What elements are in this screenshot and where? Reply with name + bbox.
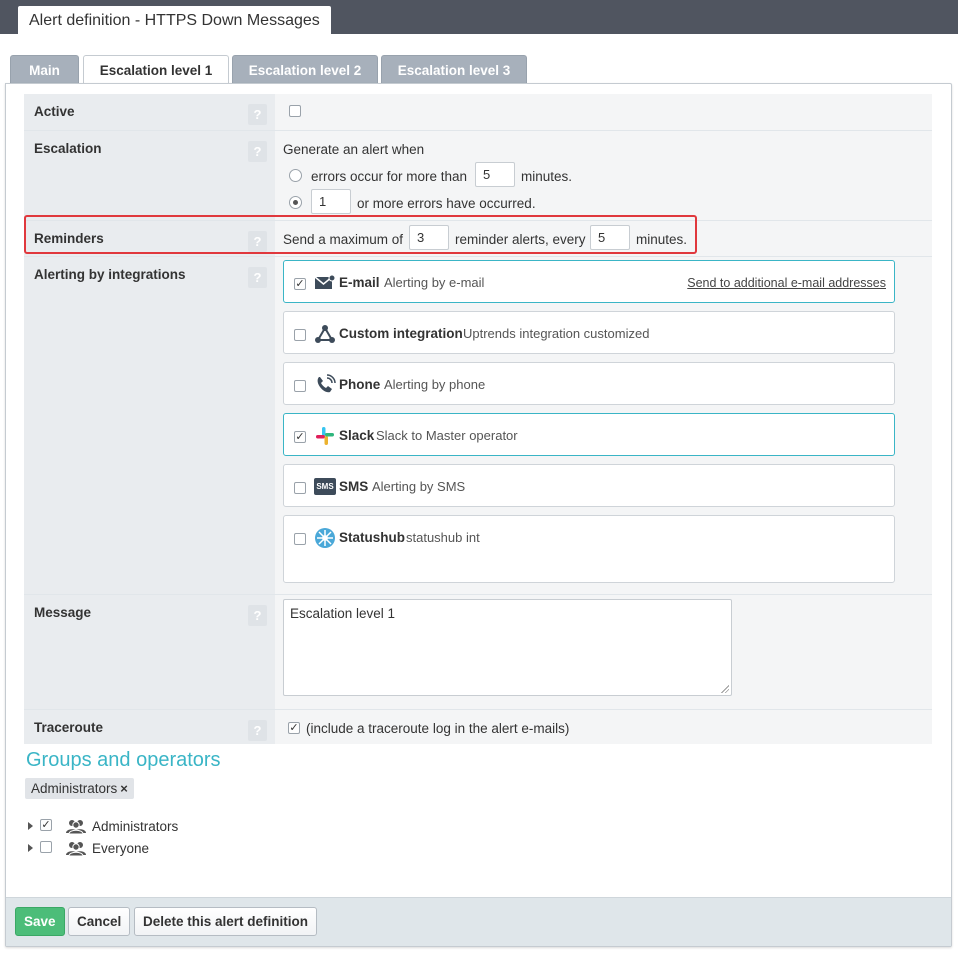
custom-integration-checkbox[interactable] — [294, 329, 306, 341]
delete-alert-button[interactable]: Delete this alert definition — [134, 907, 318, 936]
phone-name: Phone — [339, 377, 381, 392]
sms-name: SMS — [339, 479, 369, 494]
tree-label-everyone[interactable]: Everyone — [92, 841, 149, 856]
expand-caret-icon[interactable] — [28, 822, 33, 830]
message-textarea[interactable]: Escalation level 1 — [283, 599, 732, 696]
expand-caret-icon[interactable] — [28, 844, 33, 852]
email-checkbox[interactable]: ✓ — [294, 278, 306, 290]
sms-description: Alerting by SMS — [372, 479, 466, 494]
statushub-description: statushub int — [406, 530, 480, 545]
selected-group-tag: Administrators × — [25, 778, 134, 799]
traceroute-text: (include a traceroute log in the alert e… — [306, 721, 570, 736]
option1-suffix: minutes. — [521, 169, 573, 184]
custom-integration-description: Uptrends integration customized — [463, 326, 650, 341]
duration-minutes-input[interactable]: 5 — [475, 162, 515, 187]
window-title: Alert definition - HTTPS Down Messages — [18, 6, 331, 36]
tab-escalation-level-3[interactable]: Escalation level 3 — [381, 55, 527, 84]
active-label: Active — [34, 104, 75, 119]
slack-name: Slack — [339, 428, 375, 443]
slack-description: Slack to Master operator — [376, 428, 518, 443]
group-icon — [66, 820, 86, 834]
message-text: Escalation level 1 — [290, 606, 396, 621]
escalation-row: Escalation ? Generate an alert when erro… — [24, 130, 932, 220]
integration-card-sms[interactable]: SMS SMS Alerting by SMS — [283, 464, 895, 507]
email-name: E-mail — [339, 275, 380, 290]
error-count-radio[interactable] — [289, 196, 302, 209]
integration-card-custom[interactable]: Custom integration Uptrends integration … — [283, 311, 895, 354]
group-icon — [66, 842, 86, 856]
tab-main[interactable]: Main — [10, 55, 79, 84]
option2-suffix: or more errors have occurred. — [357, 196, 536, 211]
help-icon[interactable]: ? — [248, 720, 267, 741]
traceroute-label: Traceroute — [34, 720, 104, 735]
custom-integration-icon — [315, 325, 335, 343]
sms-checkbox[interactable] — [294, 482, 306, 494]
help-icon[interactable]: ? — [248, 267, 267, 288]
sms-icon: SMS — [314, 478, 336, 495]
integration-card-email[interactable]: ✓ E-mail Alerting by e-mail Send to addi… — [283, 260, 895, 303]
option1-prefix: errors occur for more than — [311, 169, 468, 184]
traceroute-checkbox[interactable]: ✓ — [288, 722, 300, 734]
remove-tag-icon[interactable]: × — [120, 781, 128, 796]
help-icon[interactable]: ? — [248, 141, 267, 162]
integration-card-slack[interactable]: ✓ Slack Slack to Master operator — [283, 413, 895, 456]
cancel-button[interactable]: Cancel — [68, 907, 131, 936]
tab-escalation-level-1[interactable]: Escalation level 1 — [83, 55, 229, 85]
escalation-label: Escalation — [34, 141, 102, 156]
integration-card-phone[interactable]: Phone Alerting by phone — [283, 362, 895, 405]
everyone-checkbox[interactable] — [40, 841, 52, 853]
integration-card-statushub[interactable]: Statushub statushub int — [283, 515, 895, 583]
groups-title: Groups and operators — [26, 749, 221, 771]
phone-description: Alerting by phone — [384, 377, 486, 392]
statushub-name: Statushub — [339, 530, 405, 545]
tree-label-administrators[interactable]: Administrators — [92, 819, 178, 834]
help-icon[interactable]: ? — [248, 104, 267, 125]
slack-icon — [316, 427, 334, 445]
active-row: Active ? — [24, 94, 932, 130]
statushub-checkbox[interactable] — [294, 533, 306, 545]
reminders-highlight — [24, 215, 697, 254]
error-count-input[interactable]: 1 — [311, 189, 351, 214]
email-description: Alerting by e-mail — [384, 275, 485, 290]
custom-integration-name: Custom integration — [339, 326, 463, 341]
active-checkbox[interactable] — [289, 105, 301, 117]
message-label: Message — [34, 605, 92, 620]
escalation-intro: Generate an alert when — [283, 142, 425, 157]
resize-handle-icon[interactable] — [721, 685, 729, 693]
additional-email-link[interactable]: Send to additional e-mail addresses — [687, 276, 886, 290]
selected-group-label: Administrators — [31, 781, 118, 796]
traceroute-row: Traceroute ? ✓ (include a traceroute log… — [24, 709, 932, 744]
save-button[interactable]: Save — [15, 907, 65, 936]
tab-escalation-level-2[interactable]: Escalation level 2 — [232, 55, 378, 84]
errors-duration-radio[interactable] — [289, 169, 302, 182]
statushub-icon — [315, 528, 335, 548]
phone-icon — [317, 374, 336, 393]
phone-checkbox[interactable] — [294, 380, 306, 392]
slack-checkbox[interactable]: ✓ — [294, 431, 306, 443]
integrations-label: Alerting by integrations — [34, 267, 186, 282]
administrators-checkbox[interactable]: ✓ — [40, 819, 52, 831]
help-icon[interactable]: ? — [248, 605, 267, 626]
envelope-icon — [314, 274, 336, 289]
